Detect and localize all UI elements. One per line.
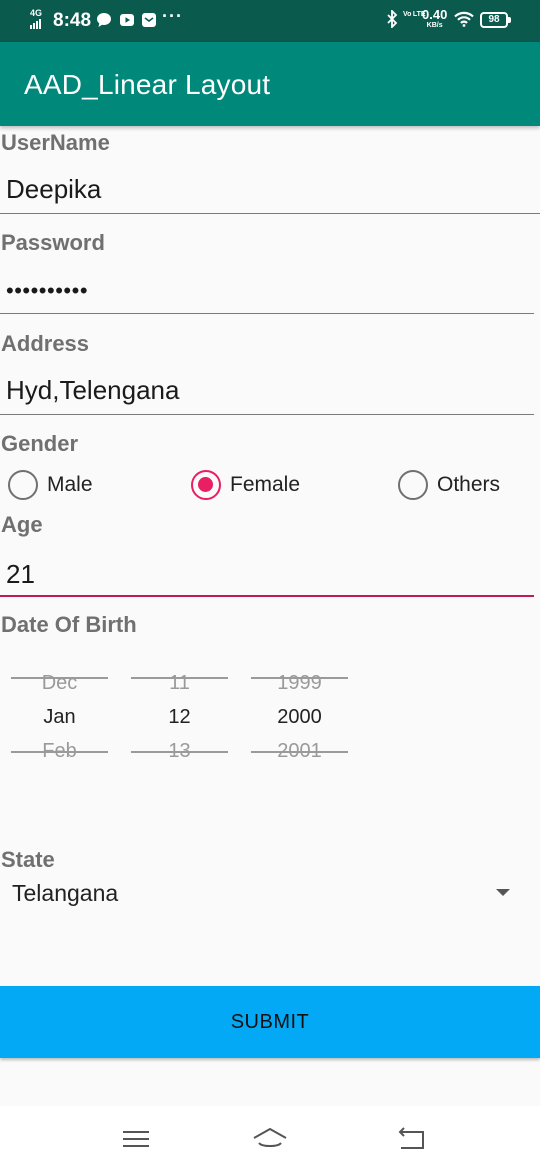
picker-divider [251, 677, 348, 679]
app-title: AAD_Linear Layout [24, 69, 271, 100]
app-bar: AAD_Linear Layout [0, 42, 540, 126]
clock: 8:48 [53, 10, 92, 31]
password-label: Password [1, 230, 105, 255]
dob-month-picker[interactable]: Dec Jan Feb [11, 660, 108, 770]
password-value: •••••••••• [6, 278, 89, 303]
submit-button[interactable]: SUBMIT [0, 986, 540, 1058]
battery-icon: 98 [480, 12, 511, 28]
age-label: Age [1, 512, 43, 537]
picker-divider [11, 677, 108, 679]
year-prev[interactable]: 1999 [251, 672, 348, 695]
radio-others-label[interactable]: Others [437, 473, 500, 497]
radio-male-circle[interactable] [8, 470, 38, 500]
gender-label: Gender [1, 431, 79, 456]
address-input[interactable]: Hyd,Telengana [0, 373, 534, 415]
network-type: 4G [30, 8, 43, 18]
password-underline [0, 313, 534, 314]
more-notifications: ··· [162, 6, 183, 26]
mail-icon [142, 13, 156, 27]
username-value: Deepika [6, 174, 102, 204]
network-indicator: 4G [30, 9, 42, 29]
age-input[interactable]: 21 [0, 555, 534, 597]
year-current[interactable]: 2000 [251, 706, 348, 729]
dob-label: Date Of Birth [1, 612, 137, 637]
status-bar: 4G 8:48 ··· Vo LTE 0.40 KB/s 98 [0, 0, 540, 42]
network-speed: 0.40 KB/s [422, 7, 448, 31]
home-icon[interactable] [250, 1124, 290, 1154]
address-value: Hyd,Telengana [6, 375, 180, 405]
state-spinner[interactable]: Telangana [0, 872, 540, 916]
age-value: 21 [6, 559, 35, 589]
back-icon[interactable] [392, 1124, 432, 1154]
dob-year-picker[interactable]: 1999 2000 2001 [251, 660, 348, 770]
month-prev[interactable]: Dec [11, 672, 108, 695]
chat-icon [97, 13, 111, 27]
menu-icon[interactable] [116, 1124, 156, 1154]
day-prev[interactable]: 11 [131, 672, 228, 695]
picker-divider [131, 751, 228, 753]
picker-divider [251, 751, 348, 753]
month-current[interactable]: Jan [11, 706, 108, 729]
wifi-icon [454, 11, 474, 27]
youtube-icon [120, 14, 134, 26]
bluetooth-icon [386, 8, 398, 33]
system-nav-bar [0, 1106, 540, 1170]
radio-female-circle[interactable] [191, 470, 221, 500]
radio-female-label[interactable]: Female [230, 473, 300, 497]
username-underline [0, 213, 540, 214]
radio-others[interactable]: Others [398, 469, 500, 501]
state-value: Telangana [12, 880, 119, 906]
address-underline [0, 414, 534, 415]
address-label: Address [1, 331, 90, 356]
dob-day-picker[interactable]: 11 12 13 [131, 660, 228, 770]
radio-female[interactable]: Female [191, 469, 300, 501]
signal-icon [30, 19, 42, 29]
radio-male-label[interactable]: Male [47, 473, 93, 497]
speed-value: 0.40 [422, 7, 448, 22]
picker-divider [131, 677, 228, 679]
picker-divider [11, 751, 108, 753]
radio-others-circle[interactable] [398, 470, 428, 500]
day-current[interactable]: 12 [131, 706, 228, 729]
username-label: UserName [1, 130, 110, 155]
radio-male[interactable]: Male [8, 469, 93, 501]
age-underline [0, 595, 534, 597]
dropdown-arrow-icon[interactable] [496, 889, 510, 896]
state-label: State [1, 847, 55, 872]
password-input[interactable]: •••••••••• [0, 272, 534, 314]
username-input[interactable]: Deepika [0, 172, 540, 214]
